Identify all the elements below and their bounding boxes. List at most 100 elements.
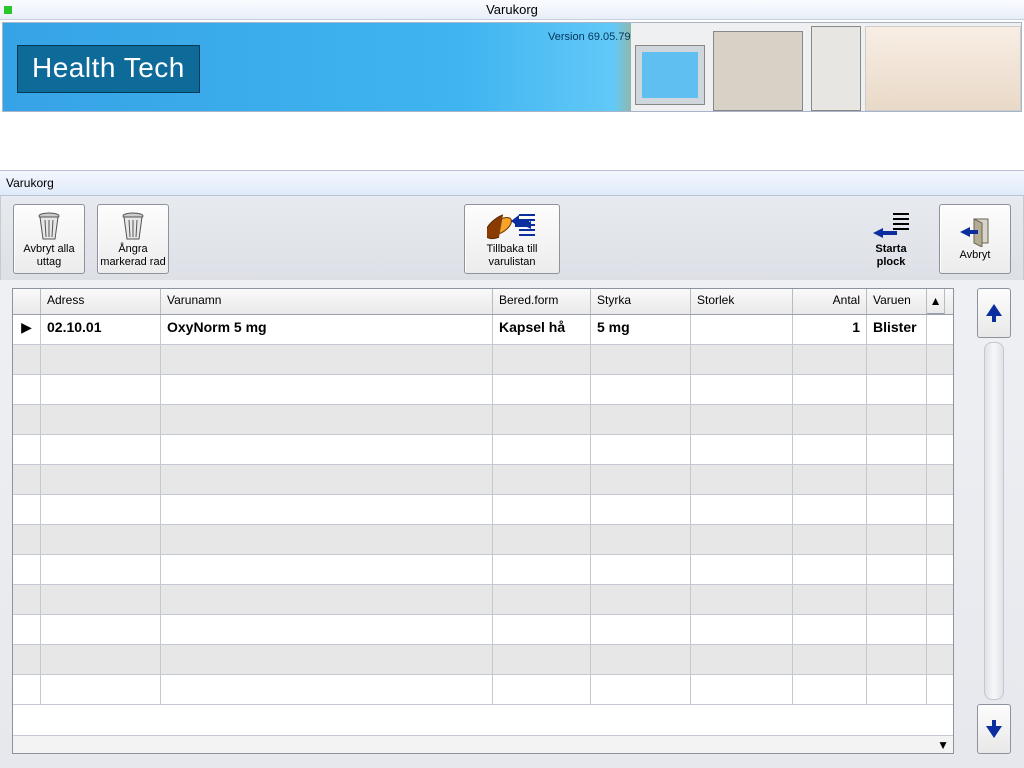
cell [691,435,793,465]
cell [867,375,927,405]
cell [591,465,691,495]
cell: Kapsel hå [493,315,591,345]
cell [793,615,867,645]
table-row[interactable] [13,405,953,435]
cell [493,375,591,405]
cell [867,585,927,615]
cell [493,615,591,645]
cell [161,435,493,465]
start-pick-button[interactable]: Starta plock [855,204,927,274]
header-sort-icon[interactable]: ▲ [927,289,945,314]
cell [793,555,867,585]
cell [41,465,161,495]
cell: ▶ [13,315,41,345]
banner-imagery [631,23,1021,111]
cell [591,405,691,435]
cell [13,525,41,555]
cancel-all-button[interactable]: Avbryt alla uttag [13,204,85,274]
cell [13,405,41,435]
cell [591,375,691,405]
cell [13,555,41,585]
back-to-list-button[interactable]: Tillbaka till varulistan [464,204,560,274]
cell [493,585,591,615]
section-header: Varukorg [0,170,1024,196]
cell [161,495,493,525]
cell [793,585,867,615]
cell [161,675,493,705]
col-storlek[interactable]: Storlek [691,289,793,314]
col-styrka[interactable]: Styrka [591,289,691,314]
cell [13,585,41,615]
cell [161,345,493,375]
col-varuen[interactable]: Varuen [867,289,927,314]
table-row[interactable]: ▶02.10.01OxyNorm 5 mgKapsel hå5 mg1Blist… [13,315,953,345]
scroll-track[interactable] [984,342,1004,700]
col-varunamn[interactable]: Varunamn [161,289,493,314]
cell [867,615,927,645]
cell [591,585,691,615]
table-row[interactable] [13,615,953,645]
cell [493,645,591,675]
cell [13,645,41,675]
undo-row-button[interactable]: Ångra markerad rad [97,204,169,274]
data-grid[interactable]: Adress Varunamn Bered.form Styrka Storle… [12,288,954,754]
cancel-button[interactable]: Avbryt [939,204,1011,274]
cell [793,465,867,495]
cell [867,525,927,555]
dropdown-icon[interactable]: ▼ [937,738,949,752]
cell [493,465,591,495]
cell: 02.10.01 [41,315,161,345]
cell [161,375,493,405]
cell [591,555,691,585]
cell [793,675,867,705]
cell [41,675,161,705]
cell [793,495,867,525]
scroll-down-button[interactable] [977,704,1011,754]
cell [867,435,927,465]
col-antal[interactable]: Antal [793,289,867,314]
cell [793,525,867,555]
table-row[interactable] [13,585,953,615]
cell [493,345,591,375]
button-label: Ångra markerad rad [100,243,165,267]
exit-door-icon [958,215,992,249]
col-adress[interactable]: Adress [41,289,161,314]
table-row[interactable] [13,345,953,375]
table-row[interactable] [13,645,953,675]
cell [41,555,161,585]
button-label: Avbryt alla uttag [23,243,74,267]
table-row[interactable] [13,525,953,555]
cell [691,585,793,615]
table-row[interactable] [13,495,953,525]
cell [867,675,927,705]
trash-icon [120,209,146,243]
cell [867,405,927,435]
pill-list-icon [487,209,537,243]
cell: Blister [867,315,927,345]
cell [493,435,591,465]
grid-footer: ▼ [13,735,953,753]
cell [13,375,41,405]
cell [493,405,591,435]
col-selector[interactable] [13,289,41,314]
cell [793,375,867,405]
table-row[interactable] [13,465,953,495]
table-row[interactable] [13,375,953,405]
cell [691,555,793,585]
brand-logo: Health Tech [17,45,200,93]
cell [161,405,493,435]
cell [41,645,161,675]
cell [793,345,867,375]
col-beredform[interactable]: Bered.form [493,289,591,314]
table-row[interactable] [13,555,953,585]
table-row[interactable] [13,435,953,465]
cell [13,465,41,495]
cell [793,645,867,675]
button-label: Tillbaka till varulistan [487,243,538,267]
cell [13,345,41,375]
cell [793,405,867,435]
scroll-up-button[interactable] [977,288,1011,338]
grid-body: ▶02.10.01OxyNorm 5 mgKapsel hå5 mg1Blist… [13,315,953,735]
table-row[interactable] [13,675,953,705]
cell [493,555,591,585]
